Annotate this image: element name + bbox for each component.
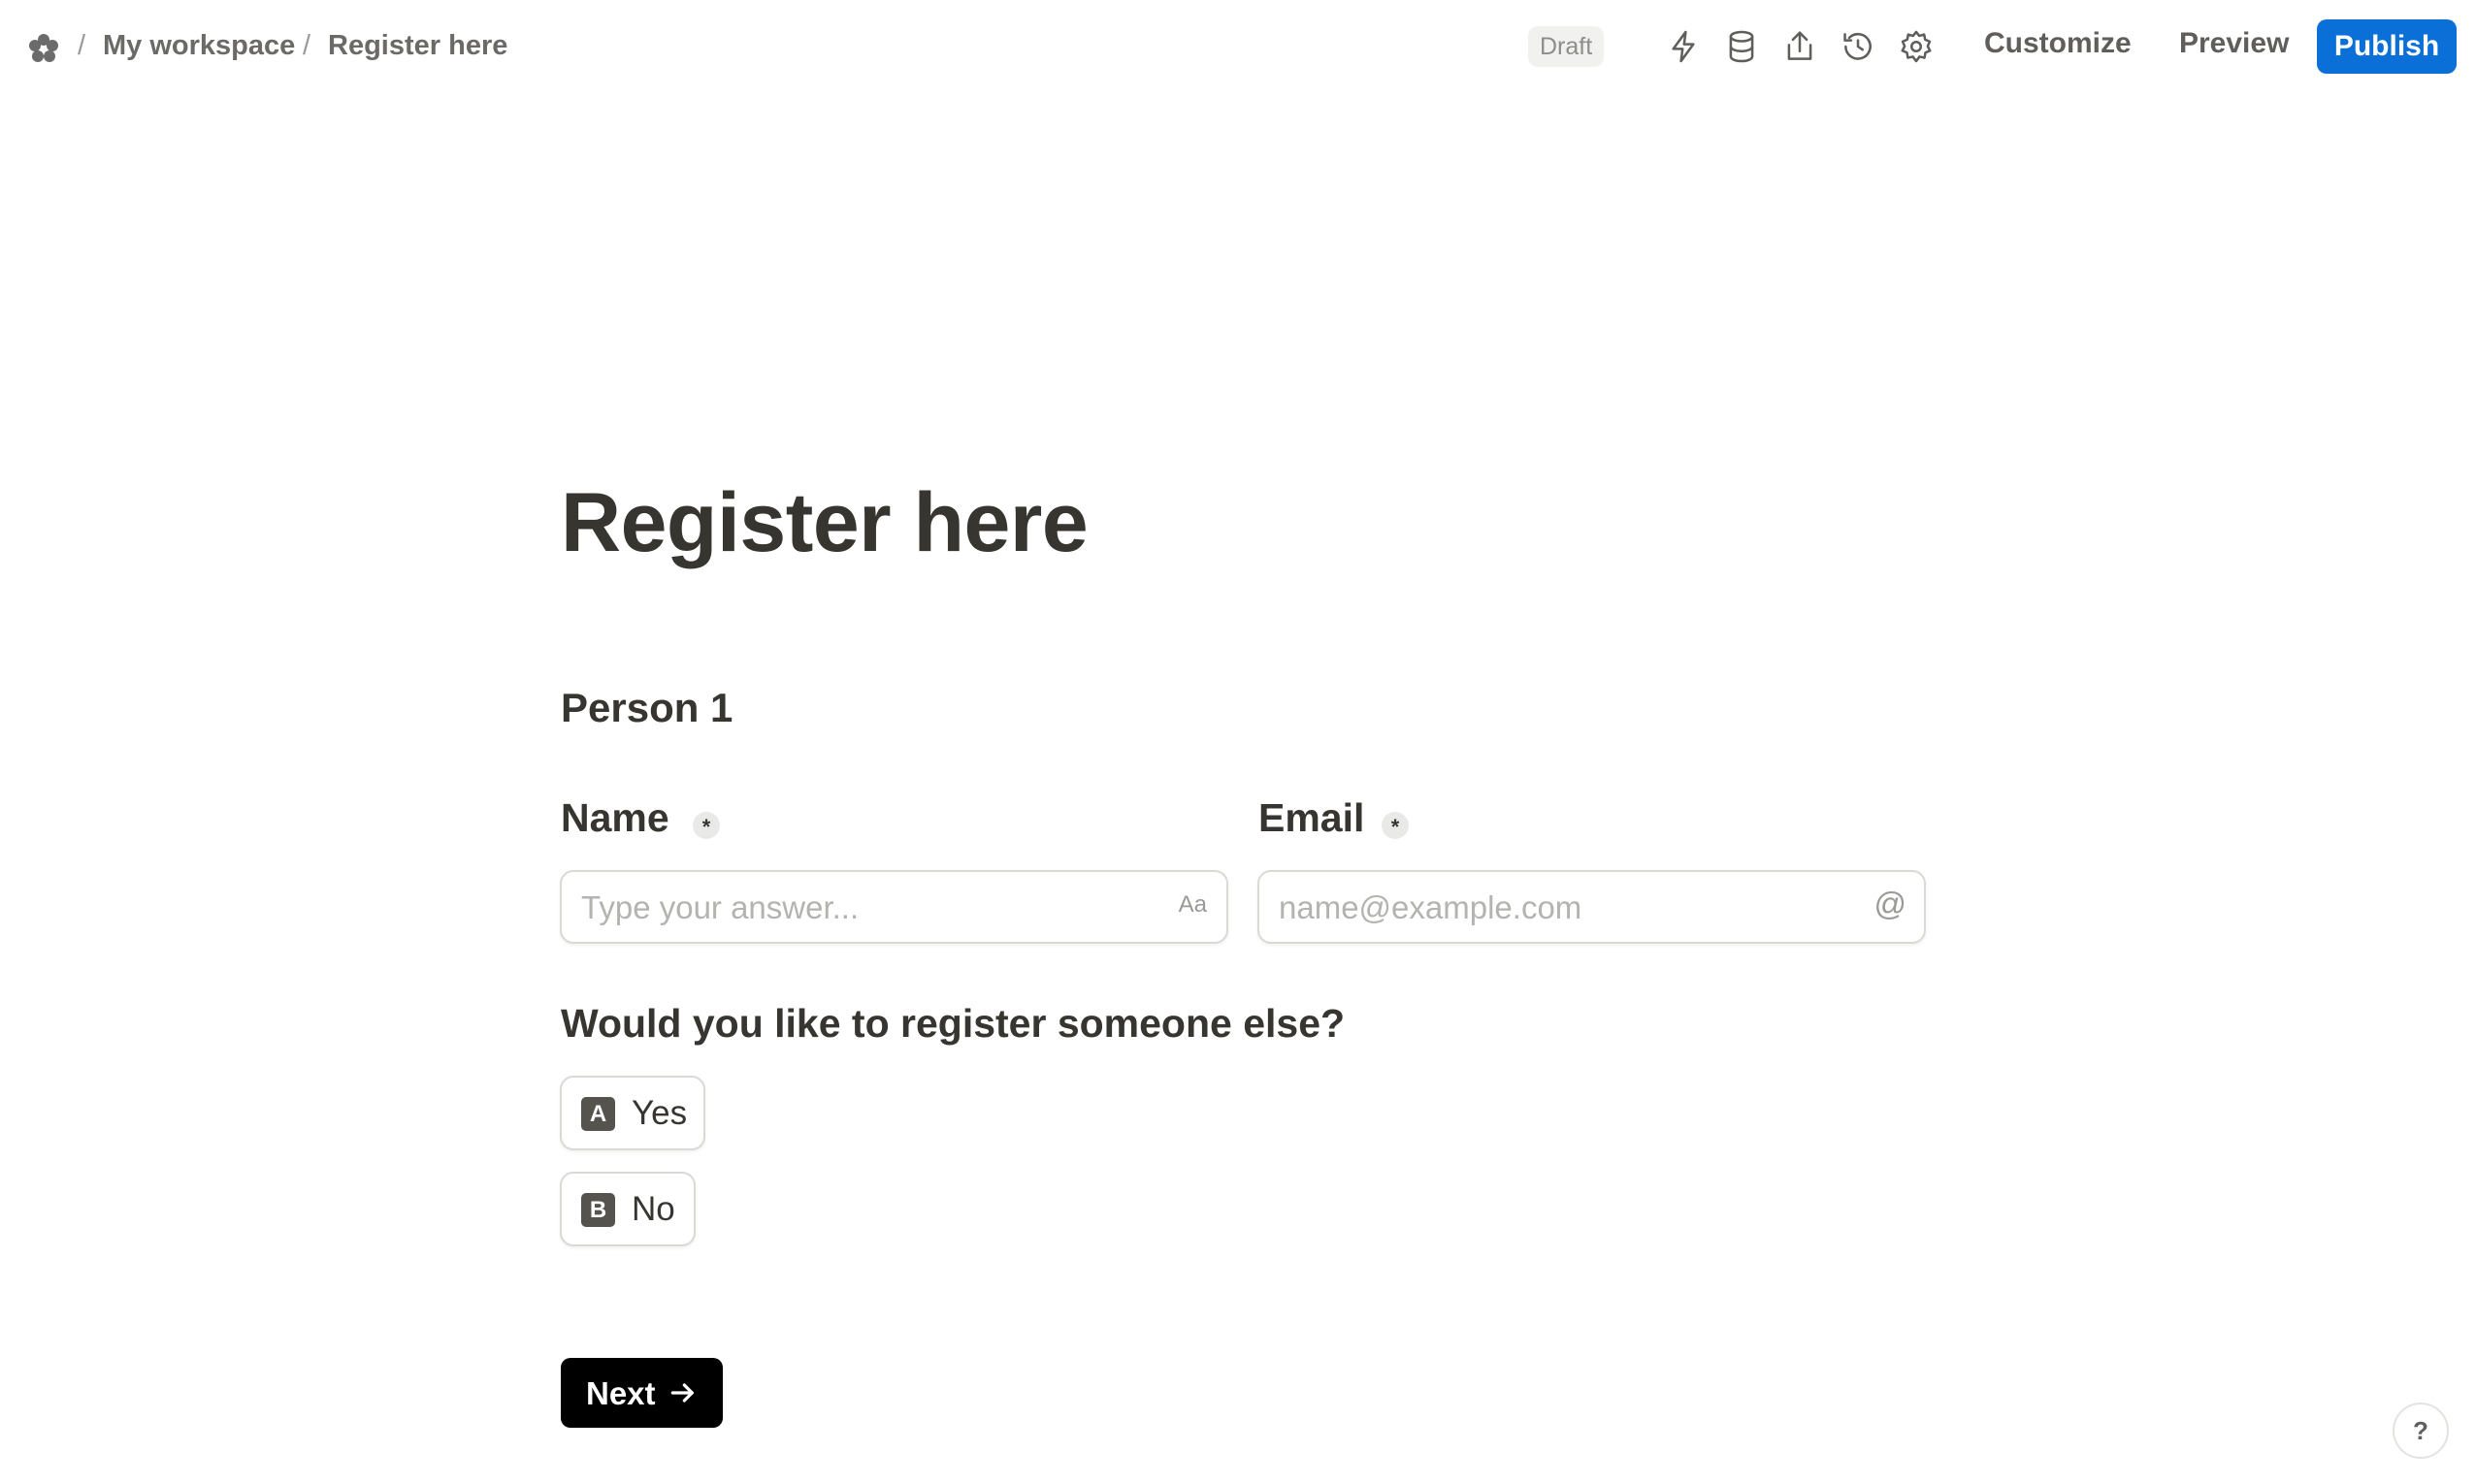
choice-key-badge: A	[581, 1097, 615, 1131]
name-input-placeholder: Type your answer...	[581, 889, 860, 925]
next-button[interactable]: Next	[561, 1358, 723, 1428]
choice-key-badge: B	[581, 1193, 615, 1227]
required-indicator-icon: *	[693, 812, 720, 839]
history-icon[interactable]	[1840, 28, 1876, 65]
breadcrumb-separator: /	[78, 30, 86, 61]
choice-label: Yes	[632, 1094, 688, 1132]
email-input[interactable]: name@example.com @	[1257, 870, 1926, 944]
name-field-label: Name	[561, 795, 669, 840]
next-button-label: Next	[586, 1375, 656, 1411]
required-indicator-icon: *	[1382, 812, 1409, 839]
name-input[interactable]: Type your answer... Aa	[560, 870, 1228, 944]
publish-button[interactable]: Publish	[2317, 19, 2457, 74]
breadcrumb-current-page[interactable]: Register here	[328, 30, 507, 62]
at-sign-icon: @	[1873, 886, 1907, 921]
database-icon[interactable]	[1723, 28, 1760, 65]
preview-button[interactable]: Preview	[2179, 27, 2289, 60]
top-bar: / My workspace / Register here Draft Cus…	[0, 0, 2476, 97]
settings-icon[interactable]	[1898, 28, 1935, 65]
email-field-label: Email	[1258, 795, 1365, 840]
section-title: Person 1	[561, 685, 733, 730]
choice-label: No	[632, 1190, 675, 1228]
choice-option-no[interactable]: B No	[560, 1172, 696, 1246]
text-type-icon: Aa	[1178, 891, 1207, 918]
breadcrumb-separator: /	[303, 30, 311, 61]
help-button[interactable]: ?	[2393, 1403, 2449, 1459]
register-someone-else-question: Would you like to register someone else?	[561, 1001, 1346, 1046]
customize-button[interactable]: Customize	[1984, 27, 2132, 60]
email-input-placeholder: name@example.com	[1279, 889, 1582, 925]
breadcrumb-workspace[interactable]: My workspace	[103, 30, 295, 62]
share-icon[interactable]	[1781, 28, 1818, 65]
arrow-right-icon	[670, 1383, 694, 1403]
workspace-logo-icon[interactable]	[26, 31, 61, 66]
status-badge: Draft	[1528, 26, 1605, 67]
choice-option-yes[interactable]: A Yes	[560, 1076, 705, 1150]
lightning-icon[interactable]	[1665, 28, 1702, 65]
form-title: Register here	[561, 476, 1089, 569]
